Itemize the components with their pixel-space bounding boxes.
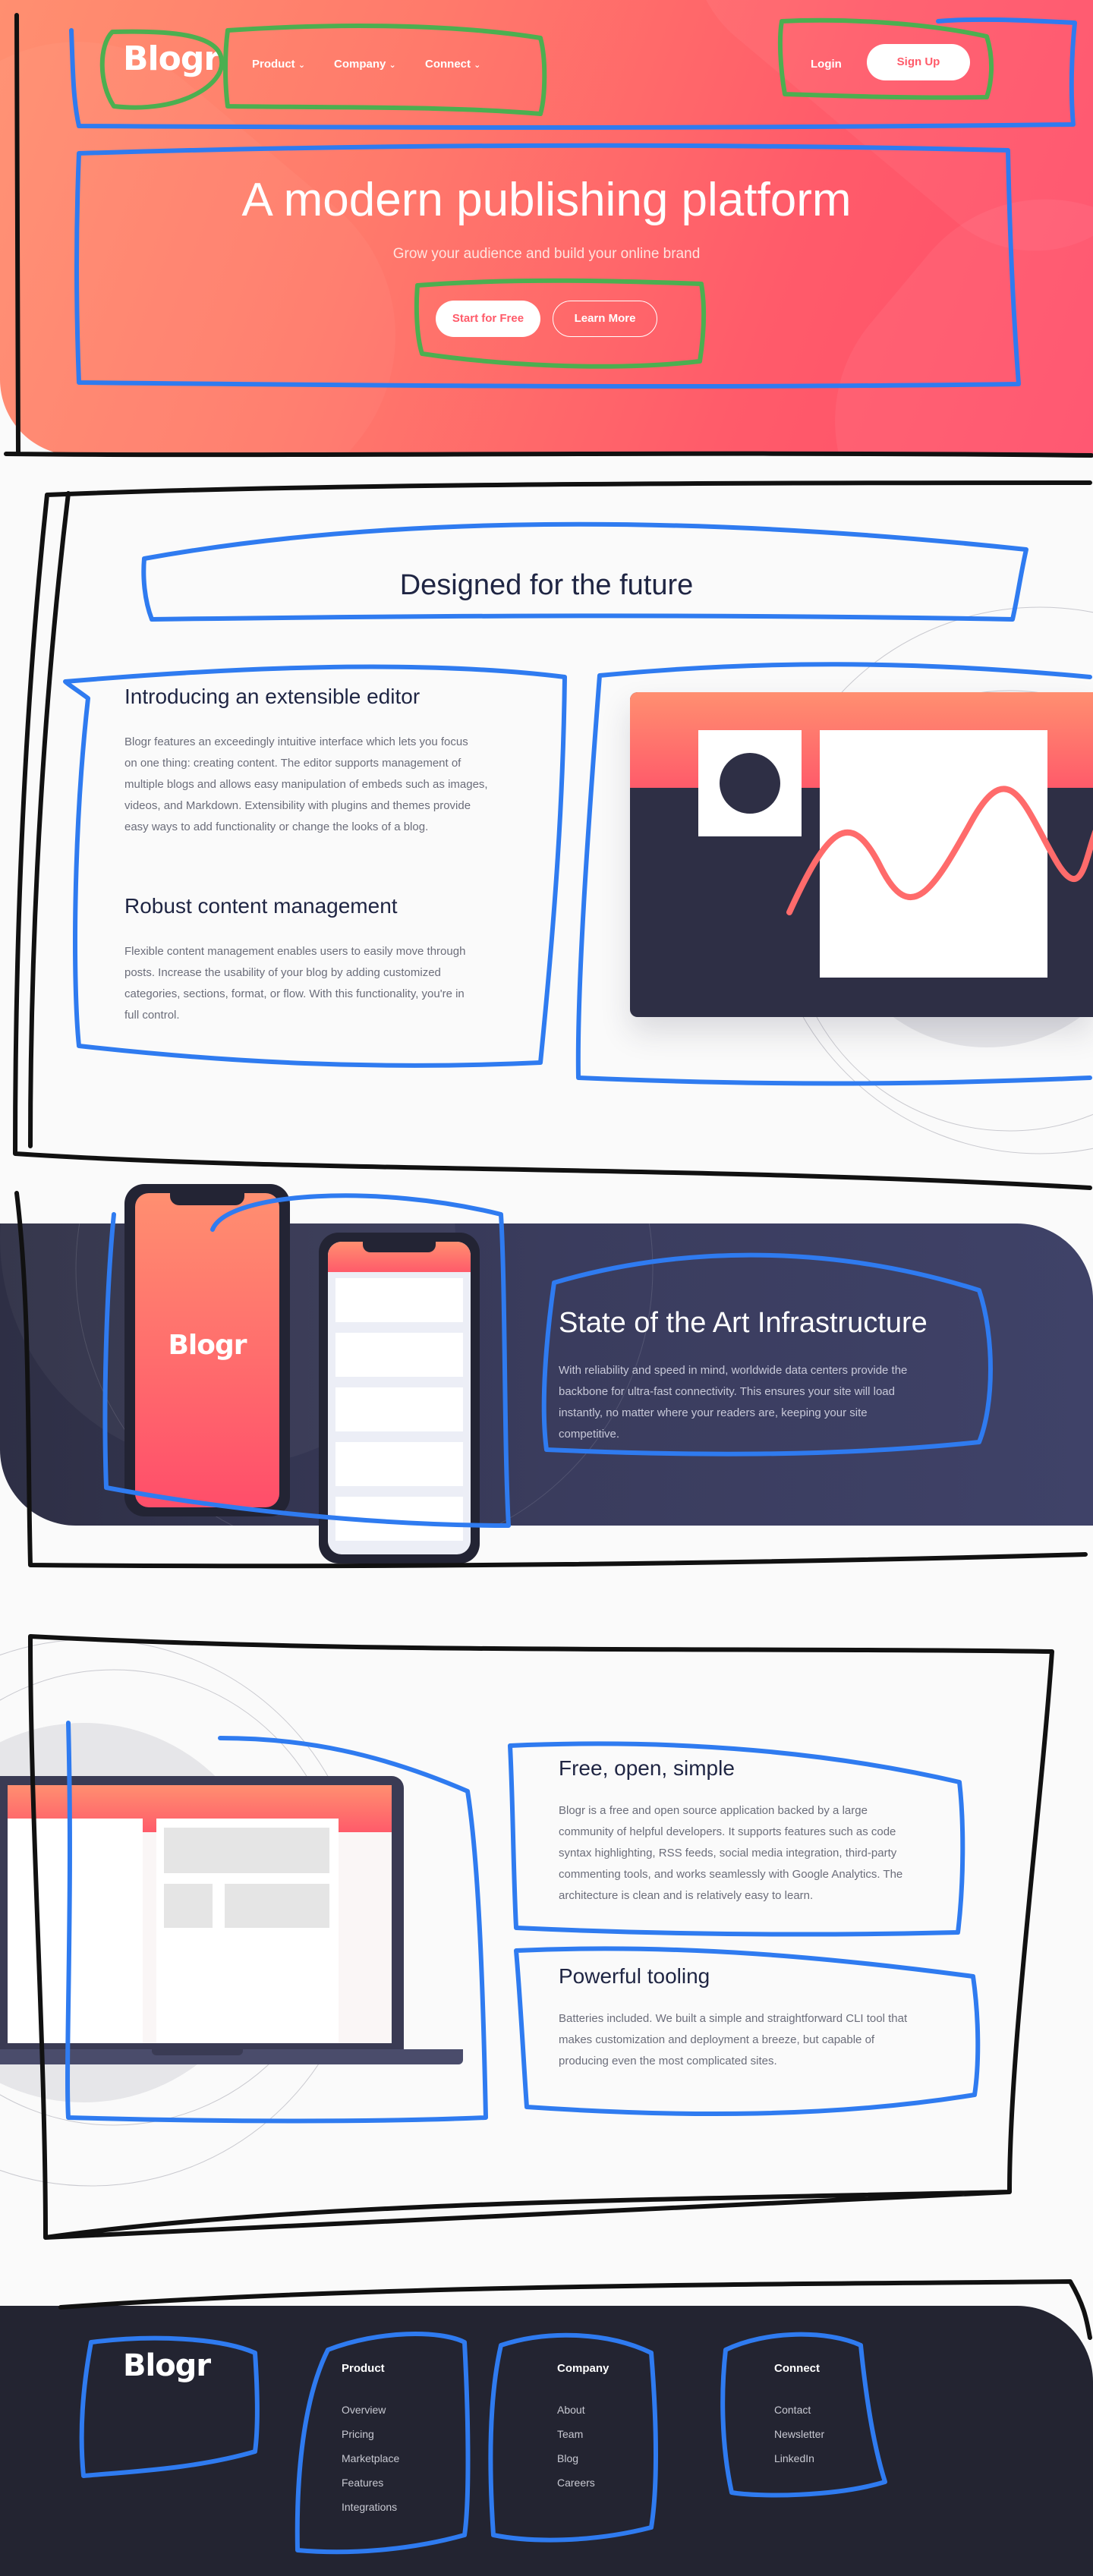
footer-column-product: Product Overview Pricing Marketplace Fea… bbox=[342, 2362, 399, 2513]
nav-product-label: Product bbox=[252, 58, 295, 71]
feature-text-line: syntax highlighting, RSS feeds, social m… bbox=[559, 1847, 897, 1860]
phone-mockup bbox=[319, 1233, 480, 1564]
laptop-mockup bbox=[0, 1776, 404, 2049]
feature-text-line: videos, and Markdown. Extensibility with… bbox=[124, 799, 471, 812]
feature-text-line: community of helpful developers. It supp… bbox=[559, 1825, 896, 1838]
content-block bbox=[225, 1884, 329, 1928]
feature-text-line: on one thing: creating content. The edit… bbox=[124, 757, 461, 770]
feature-text-line: producing even the most complicated site… bbox=[559, 2055, 777, 2067]
feature-text: Batteries included. We built a simple an… bbox=[559, 2008, 907, 2072]
footer-link[interactable]: Careers bbox=[557, 2477, 609, 2489]
chevron-down-icon: ⌄ bbox=[389, 61, 396, 70]
infrastructure-text-line: competitive. bbox=[559, 1428, 620, 1441]
feature-heading: Free, open, simple bbox=[559, 1756, 735, 1780]
sidebar-panel bbox=[8, 1819, 143, 2043]
phone-screen bbox=[328, 1242, 471, 1554]
phone-mockup: Blogr bbox=[124, 1184, 290, 1516]
content-block bbox=[164, 1828, 329, 1873]
feature-text: Flexible content management enables user… bbox=[124, 941, 465, 1026]
feature-text-line: makes customization and deployment a bre… bbox=[559, 2033, 875, 2046]
footer-link[interactable]: Pricing bbox=[342, 2428, 399, 2440]
feature-text-line: commenting tools, and works seamlessly w… bbox=[559, 1868, 903, 1881]
feature-text-line: easy ways to add functionality or change… bbox=[124, 820, 429, 833]
laptop-screen bbox=[8, 1785, 392, 2043]
footer-link[interactable]: About bbox=[557, 2404, 609, 2416]
footer-link[interactable]: Integrations bbox=[342, 2501, 399, 2513]
infrastructure-text-line: With reliability and speed in mind, worl… bbox=[559, 1364, 908, 1377]
list-card bbox=[335, 1442, 463, 1486]
footer-logo[interactable]: Blogr bbox=[123, 2348, 211, 2383]
footer-link[interactable]: LinkedIn bbox=[774, 2452, 824, 2464]
phone-notch bbox=[170, 1193, 244, 1205]
list-card bbox=[335, 1278, 463, 1322]
nav-connect[interactable]: Connect ⌄ bbox=[425, 58, 480, 71]
list-card bbox=[335, 1387, 463, 1431]
laptop-base bbox=[0, 2049, 463, 2064]
feature-text-line: Flexible content management enables user… bbox=[124, 945, 466, 958]
laptop-hinge bbox=[152, 2049, 243, 2055]
start-free-button[interactable]: Start for Free bbox=[436, 301, 540, 337]
hero-subtitle: Grow your audience and build your online… bbox=[392, 246, 701, 262]
footer-link[interactable]: Newsletter bbox=[774, 2428, 824, 2440]
feature-text-line: posts. Increase the usability of your bl… bbox=[124, 966, 441, 979]
footer-column-company: Company About Team Blog Careers bbox=[557, 2362, 609, 2489]
feature-heading: Introducing an extensible editor bbox=[124, 685, 421, 708]
learn-more-button[interactable]: Learn More bbox=[553, 301, 657, 337]
feature-text-line: full control. bbox=[124, 1009, 180, 1022]
nav-company-label: Company bbox=[334, 58, 386, 71]
section-title: Designed for the future bbox=[399, 569, 694, 601]
footer-column-title: Company bbox=[557, 2362, 609, 2375]
footer-link[interactable]: Overview bbox=[342, 2404, 399, 2416]
phone-logo: Blogr bbox=[168, 1330, 247, 1361]
feature-text-line: Batteries included. We built a simple an… bbox=[559, 2012, 908, 2025]
footer-link[interactable]: Blog bbox=[557, 2452, 609, 2464]
nav-connect-label: Connect bbox=[425, 58, 471, 71]
nav-company[interactable]: Company ⌄ bbox=[334, 58, 396, 71]
feature-text: Blogr is a free and open source applicat… bbox=[559, 1800, 902, 1907]
chevron-down-icon: ⌄ bbox=[474, 61, 481, 70]
feature-text-line: multiple blogs and allows easy manipulat… bbox=[124, 778, 488, 791]
infrastructure-text-line: instantly, no matter where your readers … bbox=[559, 1406, 868, 1419]
feature-heading: Powerful tooling bbox=[559, 1964, 710, 1988]
footer-link[interactable]: Contact bbox=[774, 2404, 824, 2416]
feature-heading: Robust content management bbox=[124, 894, 398, 918]
wave-line bbox=[786, 786, 1093, 915]
infrastructure-heading: State of the Art Infrastructure bbox=[559, 1307, 928, 1339]
footer-link[interactable]: Features bbox=[342, 2477, 399, 2489]
feature-text: Blogr features an exceedingly intuitive … bbox=[124, 732, 488, 838]
feature-text-line: Blogr is a free and open source applicat… bbox=[559, 1804, 868, 1817]
infrastructure-text: With reliability and speed in mind, worl… bbox=[559, 1360, 907, 1445]
feature-text-line: categories, sections, format, or flow. W… bbox=[124, 987, 465, 1000]
login-link[interactable]: Login bbox=[811, 58, 842, 71]
feature-text-line: architecture is clean and is relatively … bbox=[559, 1889, 814, 1902]
chevron-down-icon: ⌄ bbox=[298, 61, 306, 70]
list-card bbox=[335, 1497, 463, 1541]
editor-illustration bbox=[630, 692, 1093, 1017]
footer-column-title: Product bbox=[342, 2362, 385, 2375]
content-block bbox=[164, 1884, 213, 1928]
phone-notch bbox=[363, 1242, 436, 1252]
list-card bbox=[335, 1333, 463, 1377]
feature-text-line: Blogr features an exceedingly intuitive … bbox=[124, 735, 468, 748]
nav-product[interactable]: Product ⌄ bbox=[252, 58, 305, 71]
footer-link[interactable]: Marketplace bbox=[342, 2452, 399, 2464]
infrastructure-text-line: backbone for ultra-fast connectivity. Th… bbox=[559, 1385, 895, 1398]
footer-link[interactable]: Team bbox=[557, 2428, 609, 2440]
brand-logo[interactable]: Blogr bbox=[123, 39, 220, 78]
hero-title: A modern publishing platform bbox=[241, 174, 852, 226]
footer-column-title: Connect bbox=[774, 2362, 820, 2375]
signup-button[interactable]: Sign Up bbox=[867, 44, 970, 80]
footer-column-connect: Connect Contact Newsletter LinkedIn bbox=[774, 2362, 824, 2464]
footer bbox=[0, 2306, 1093, 2576]
content-panel bbox=[156, 1819, 339, 2043]
